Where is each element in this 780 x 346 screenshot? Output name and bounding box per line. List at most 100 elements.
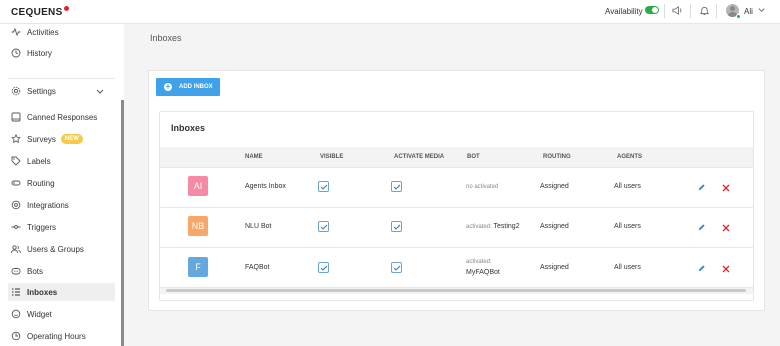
sidebar-item-activities[interactable]: Activities <box>8 23 115 41</box>
sidebar-item-users-groups[interactable]: Users & Groups <box>8 240 115 258</box>
sidebar-divider <box>8 78 115 79</box>
sidebar-item-operating-hours[interactable]: Operating Hours <box>8 327 115 345</box>
sidebar-item-bots[interactable]: Bots <box>8 262 115 280</box>
sidebar-scrollbar[interactable] <box>121 100 124 346</box>
sidebar-item-label: Users & Groups <box>27 244 84 254</box>
delete-icon[interactable] <box>722 184 730 192</box>
tag-icon <box>11 156 21 166</box>
inbox-avatar: AI <box>188 176 208 196</box>
sidebar-item-labels[interactable]: Labels <box>8 152 115 170</box>
inbox-name: NLU Bot <box>245 223 272 230</box>
sidebar-item-routing[interactable]: Routing <box>8 174 115 192</box>
chevron-down-icon <box>96 89 104 94</box>
divider <box>664 4 665 18</box>
delete-icon[interactable] <box>722 224 730 232</box>
brand-logo[interactable]: CEQUENS <box>11 6 69 18</box>
sidebar-item-history[interactable]: History <box>8 44 115 62</box>
users-icon <box>11 245 21 254</box>
brand-name: CEQUENS <box>11 7 63 18</box>
edit-icon[interactable] <box>697 223 706 232</box>
inboxes-card-title: Inboxes <box>171 123 206 133</box>
column-header-activate-media: ACTIVATE MEDIA <box>394 154 445 160</box>
sidebar-item-label: Canned Responses <box>27 112 98 122</box>
edit-icon[interactable] <box>697 183 706 192</box>
sidebar-item-label: Triggers <box>27 222 57 232</box>
row-divider <box>160 207 753 208</box>
bot-icon <box>11 268 21 275</box>
column-header-routing: ROUTING <box>543 154 571 160</box>
page-title: Inboxes <box>150 33 182 43</box>
divider <box>690 4 691 18</box>
chevron-down-icon[interactable] <box>757 5 766 14</box>
plus-icon: + <box>164 82 172 91</box>
delete-icon[interactable] <box>722 265 730 273</box>
edit-icon[interactable] <box>697 264 706 273</box>
inbox-initials: F <box>195 262 201 272</box>
online-status-dot <box>736 14 741 19</box>
user-name[interactable]: Ali <box>744 7 753 16</box>
sidebar-item-label: Surveys <box>27 134 56 144</box>
canned-icon <box>11 112 21 122</box>
bot-cell: activated: Testing2 <box>466 223 520 230</box>
new-badge: NEW <box>60 134 83 144</box>
speaker-icon[interactable] <box>672 5 683 16</box>
column-header-agents: AGENTS <box>617 154 643 160</box>
bell-icon[interactable] <box>699 5 710 16</box>
gear-icon <box>11 86 21 96</box>
sidebar-item-canned-responses[interactable]: Canned Responses <box>8 108 115 126</box>
row-divider <box>160 247 753 248</box>
sidebar-item-label: Inboxes <box>27 287 58 297</box>
widget-icon <box>11 309 21 319</box>
activate-media-checkbox[interactable] <box>391 262 402 273</box>
row-divider <box>160 167 753 168</box>
add-inbox-button[interactable]: + ADD INBOX <box>156 78 220 96</box>
inbox-initials: AI <box>193 181 203 191</box>
add-inbox-label: ADD INBOX <box>179 84 213 90</box>
sidebar-item-settings[interactable]: Settings <box>8 82 115 100</box>
star-icon <box>11 134 21 144</box>
sidebar-item-label: Settings <box>27 86 56 96</box>
activity-icon <box>11 27 21 37</box>
availability-label: Availability <box>605 7 643 16</box>
visible-checkbox[interactable] <box>318 181 329 192</box>
visible-checkbox[interactable] <box>318 221 329 232</box>
bot-name: MyFAQBot <box>466 269 500 276</box>
sidebar-item-label: Routing <box>27 178 55 188</box>
sidebar-item-surveys[interactable]: Surveys NEW <box>8 130 115 148</box>
clock-icon <box>11 48 21 58</box>
sidebar-item-triggers[interactable]: Triggers <box>8 218 115 236</box>
logo-dot <box>63 6 69 11</box>
sidebar-item-widget[interactable]: Widget <box>8 305 115 323</box>
routing-value: Assigned <box>540 264 569 271</box>
routing-value: Assigned <box>540 183 569 190</box>
bot-status: no activated <box>466 184 499 190</box>
column-header-visible: VISIBLE <box>320 154 344 160</box>
top-bar: CEQUENS Availability Ali <box>0 0 780 24</box>
sidebar-item-integrations[interactable]: Integrations <box>8 196 115 214</box>
sidebar-item-label: Activities <box>27 27 59 37</box>
agents-value: All users <box>614 183 641 190</box>
integrations-icon <box>11 200 21 210</box>
inbox-name: Agents Inbox <box>245 183 286 190</box>
routing-icon <box>11 180 21 186</box>
inbox-initials: NB <box>191 221 205 231</box>
sidebar-item-label: Labels <box>27 156 51 166</box>
inbox-avatar: NB <box>188 216 208 236</box>
scrollbar-thumb[interactable] <box>166 289 746 292</box>
inbox-avatar: F <box>188 257 208 277</box>
bot-name: Testing2 <box>493 223 520 230</box>
inbox-list-icon <box>12 288 20 296</box>
divider <box>716 4 717 18</box>
sidebar-item-inboxes[interactable]: Inboxes <box>8 283 115 301</box>
activate-media-checkbox[interactable] <box>391 181 402 192</box>
column-header-bot: BOT <box>467 154 480 160</box>
inbox-name: FAQBot <box>245 264 270 271</box>
availability-toggle[interactable] <box>645 6 659 14</box>
visible-checkbox[interactable] <box>318 262 329 273</box>
activate-media-checkbox[interactable] <box>391 221 402 232</box>
sidebar-item-label: Bots <box>27 266 44 276</box>
agents-value: All users <box>614 264 641 271</box>
trigger-icon <box>11 225 21 229</box>
sidebar-item-label: Operating Hours <box>27 331 86 341</box>
sidebar: Activities History Settings Canned Respo… <box>0 24 124 346</box>
